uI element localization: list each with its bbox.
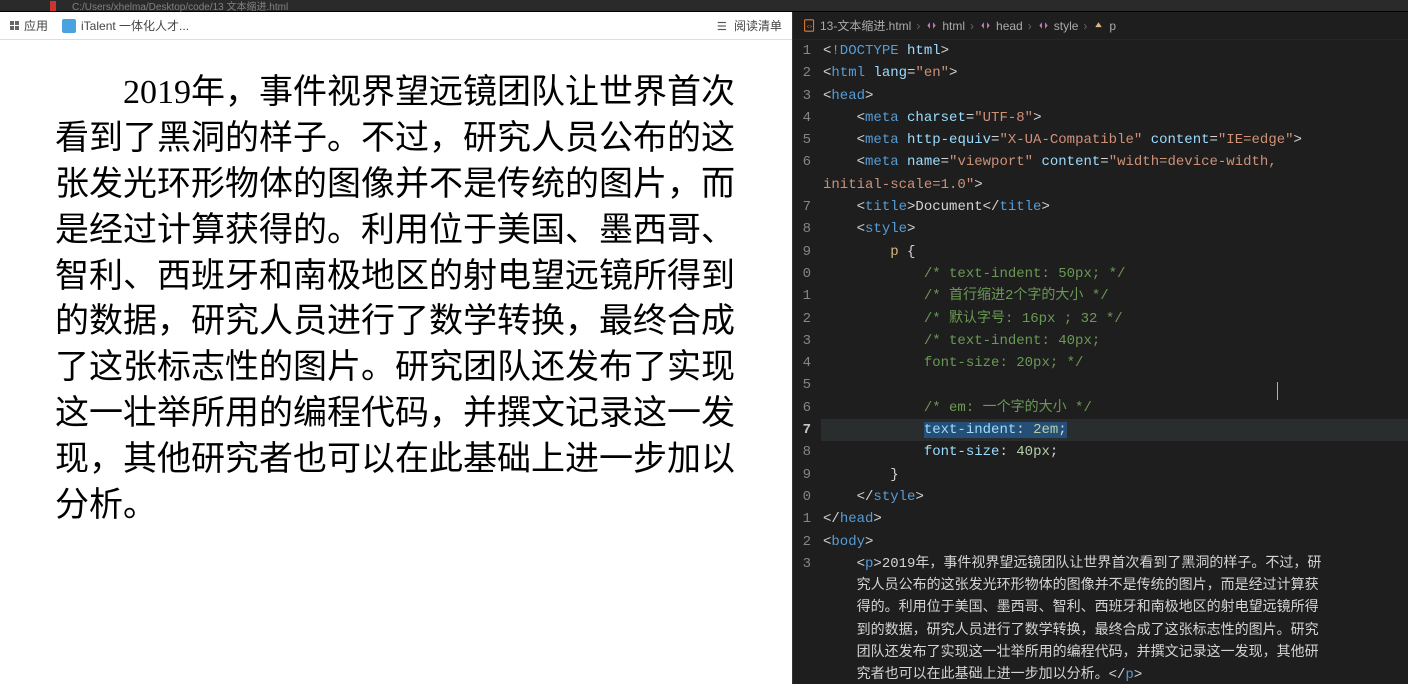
breadcrumb-style[interactable]: style: [1037, 19, 1079, 33]
apps-launcher[interactable]: 应用: [10, 17, 48, 34]
apps-label: 应用: [24, 17, 48, 34]
apps-grid-icon: [10, 21, 19, 30]
chevron-right-icon: ›: [970, 19, 974, 33]
chevron-right-icon: ›: [1083, 19, 1087, 33]
bookmark-bar: 应用 iTalent 一体化人才... 阅读清单: [0, 12, 792, 40]
line-gutter: 12345678901234567890123: [793, 40, 821, 684]
reading-list-label: 阅读清单: [734, 17, 782, 34]
tag-icon: [925, 19, 938, 32]
titlebar-path: C:/Users/xhelma/Desktop/code/13 文本缩进.htm…: [72, 0, 288, 13]
favicon-icon: [62, 19, 76, 33]
reading-list-button[interactable]: 阅读清单: [716, 17, 782, 34]
chevron-right-icon: ›: [1028, 19, 1032, 33]
tag-icon: [979, 19, 992, 32]
breadcrumb-p[interactable]: p: [1092, 19, 1116, 33]
browser-viewport[interactable]: 2019年，事件视界望远镜团队让世界首次看到了黑洞的样子。不过，研究人员公布的这…: [0, 40, 792, 684]
bookmark-label: iTalent 一体化人才...: [81, 17, 189, 34]
tag-icon: [1037, 19, 1050, 32]
chevron-right-icon: ›: [916, 19, 920, 33]
article-paragraph: 2019年，事件视界望远镜团队让世界首次看到了黑洞的样子。不过，研究人员公布的这…: [55, 70, 737, 529]
text-cursor: [1277, 382, 1278, 400]
breadcrumb-bar: <> 13-文本缩进.html › html › head › style › …: [793, 12, 1408, 40]
selector-icon: [1092, 19, 1105, 32]
breadcrumb-head[interactable]: head: [979, 19, 1023, 33]
breadcrumb-label: p: [1109, 19, 1116, 33]
code-editor[interactable]: 12345678901234567890123 <!DOCTYPE html><…: [793, 40, 1408, 684]
breadcrumb-file[interactable]: <> 13-文本缩进.html: [803, 17, 911, 34]
window-titlebar: C:/Users/xhelma/Desktop/code/13 文本缩进.htm…: [0, 0, 1408, 12]
breadcrumb-label: style: [1054, 19, 1079, 33]
breadcrumb-html[interactable]: html: [925, 19, 965, 33]
code-lines[interactable]: <!DOCTYPE html><html lang="en"><head> <m…: [821, 40, 1408, 684]
list-icon: [716, 19, 730, 33]
breadcrumb-file-label: 13-文本缩进.html: [820, 17, 911, 34]
breadcrumb-label: head: [996, 19, 1023, 33]
svg-text:<>: <>: [807, 24, 813, 30]
breadcrumb-label: html: [942, 19, 965, 33]
browser-pane: 应用 iTalent 一体化人才... 阅读清单 2019年，事件视界望远镜团队…: [0, 12, 793, 684]
html-file-icon: <>: [803, 19, 816, 32]
main-area: 应用 iTalent 一体化人才... 阅读清单 2019年，事件视界望远镜团队…: [0, 12, 1408, 684]
editor-pane: <> 13-文本缩进.html › html › head › style › …: [793, 12, 1408, 684]
bookmark-italent[interactable]: iTalent 一体化人才...: [62, 17, 189, 34]
